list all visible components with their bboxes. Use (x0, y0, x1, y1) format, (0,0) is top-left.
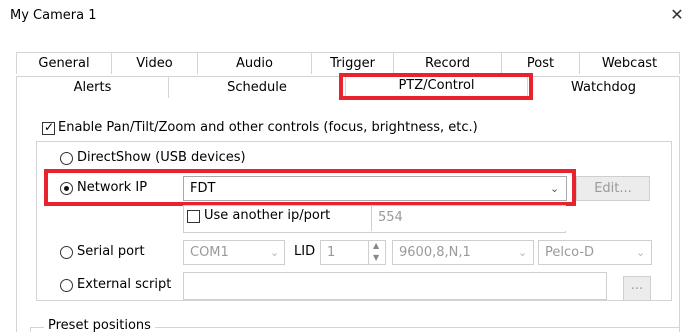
tab-ptz-control[interactable]: PTZ/Control (345, 74, 527, 98)
tab-record[interactable]: Record (393, 52, 501, 74)
serial-port-label: Serial port (77, 244, 145, 259)
use-another-checkbox[interactable] (187, 210, 200, 223)
external-script-label: External script (77, 277, 172, 292)
enable-ptz-checkbox[interactable]: ✓ (42, 120, 55, 135)
tab-webcast[interactable]: Webcast (579, 52, 680, 74)
tab-schedule[interactable]: Schedule (168, 76, 345, 98)
edit-button[interactable]: Edit... (576, 176, 650, 201)
tab-post[interactable]: Post (501, 52, 579, 74)
lid-label: LID (294, 244, 316, 259)
network-ip-radio[interactable] (60, 182, 73, 195)
external-script-radio[interactable] (60, 279, 73, 292)
serial-port-radio[interactable] (60, 246, 73, 259)
chevron-down-icon: ⌄ (270, 246, 280, 259)
baud-value: 9600,8,N,1 (399, 245, 471, 260)
tab-trigger[interactable]: Trigger (311, 52, 393, 74)
lid-value: 1 (327, 245, 336, 260)
tab-alerts[interactable]: Alerts (16, 76, 168, 98)
serial-port-value: COM1 (190, 245, 229, 260)
tab-watchdog[interactable]: Watchdog (527, 76, 680, 98)
preset-positions-label: Preset positions (44, 318, 155, 332)
spin-down-icon[interactable]: ▼ (373, 253, 379, 262)
tab-video[interactable]: Video (111, 52, 197, 74)
network-ip-label: Network IP (77, 180, 148, 195)
port-placeholder: 554 (378, 210, 403, 225)
close-icon[interactable]: ✕ (668, 6, 686, 24)
directshow-radio[interactable] (60, 152, 73, 165)
chevron-down-icon: ⌄ (636, 246, 646, 259)
chevron-down-icon: ⌄ (518, 246, 528, 259)
directshow-label: DirectShow (USB devices) (77, 150, 246, 165)
baud-dropdown[interactable]: 9600,8,N,1 (392, 240, 534, 265)
browse-button[interactable]: ... (623, 276, 651, 301)
use-another-label: Use another ip/port (204, 208, 331, 223)
lid-spinner[interactable]: ▲ ▼ (368, 240, 386, 265)
tab-audio[interactable]: Audio (197, 52, 311, 74)
spin-up-icon[interactable]: ▲ (373, 241, 379, 250)
protocol-value: Pelco-D (545, 245, 595, 260)
enable-ptz-label: Enable Pan/Tilt/Zoom and other controls … (58, 120, 478, 135)
network-ip-dropdown[interactable]: FDT (183, 176, 567, 201)
external-script-field[interactable] (183, 272, 607, 300)
window-title: My Camera 1 (10, 8, 97, 23)
tab-general[interactable]: General (16, 52, 111, 74)
protocol-dropdown[interactable]: Pelco-D (538, 240, 652, 265)
chevron-down-icon: ⌄ (550, 182, 560, 195)
network-ip-value: FDT (190, 181, 216, 196)
port-field[interactable]: 554 (371, 206, 566, 231)
